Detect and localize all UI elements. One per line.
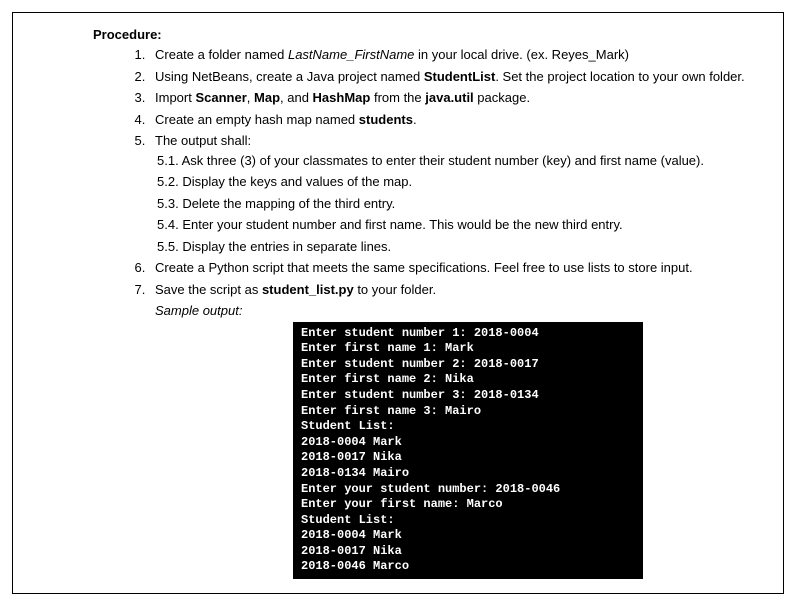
step-2-bold: StudentList [424,69,496,84]
sub-text: Ask three (3) of your classmates to ente… [182,153,704,168]
step-3-m3: from the [370,90,425,105]
step-2-pre: Using NetBeans, create a Java project na… [155,69,424,84]
sub-num: 5.4. [157,217,179,232]
step-4-b1: students [359,112,413,127]
sample-output-label: Sample output: [155,303,759,318]
step-4-pre: Create an empty hash map named [155,112,359,127]
step-3-b1: Scanner [195,90,246,105]
step-4: Create an empty hash map named students. [149,111,759,129]
sub-num: 5.1. [157,153,179,168]
step-5-sublist: 5.1. Ask three (3) of your classmates to… [157,152,759,256]
step-3-b2: Map [254,90,280,105]
step-3-b4: java.util [425,90,473,105]
sub-text: Display the entries in separate lines. [182,239,391,254]
step-2: Using NetBeans, create a Java project na… [149,68,759,86]
step-7-post: to your folder. [354,282,436,297]
step-3-m1: , [247,90,254,105]
step-3-pre: Import [155,90,195,105]
step-6-text: Create a Python script that meets the sa… [155,260,693,275]
step-6: Create a Python script that meets the sa… [149,259,759,277]
sub-num: 5.2. [157,174,179,189]
step-5-2: 5.2. Display the keys and values of the … [157,173,759,191]
sub-text: Display the keys and values of the map. [182,174,412,189]
step-2-post: . Set the project location to your own f… [495,69,744,84]
step-5-5: 5.5. Display the entries in separate lin… [157,238,759,256]
sub-text: Enter your student number and first name… [182,217,622,232]
sub-text: Delete the mapping of the third entry. [182,196,395,211]
step-5: The output shall: 5.1. Ask three (3) of … [149,132,759,255]
step-3-m2: , and [280,90,313,105]
sub-num: 5.3. [157,196,179,211]
step-1-post: in your local drive. (ex. Reyes_Mark) [414,47,629,62]
sub-num: 5.5. [157,239,179,254]
step-5-text: The output shall: [155,133,251,148]
step-3: Import Scanner, Map, and HashMap from th… [149,89,759,107]
console-output: Enter student number 1: 2018-0004 Enter … [293,322,643,580]
step-3-post: package. [474,90,530,105]
procedure-list: Create a folder named LastName_FirstName… [131,46,759,299]
step-1-em: LastName_FirstName [288,47,414,62]
document-page: Procedure: Create a folder named LastNam… [12,12,784,594]
step-5-1: 5.1. Ask three (3) of your classmates to… [157,152,759,170]
step-7-pre: Save the script as [155,282,262,297]
step-7-b1: student_list.py [262,282,354,297]
step-5-3: 5.3. Delete the mapping of the third ent… [157,195,759,213]
step-3-b3: HashMap [313,90,371,105]
step-5-4: 5.4. Enter your student number and first… [157,216,759,234]
procedure-heading: Procedure: [93,27,759,42]
step-1-pre: Create a folder named [155,47,288,62]
step-7: Save the script as student_list.py to yo… [149,281,759,299]
step-1: Create a folder named LastName_FirstName… [149,46,759,64]
step-4-post: . [413,112,417,127]
